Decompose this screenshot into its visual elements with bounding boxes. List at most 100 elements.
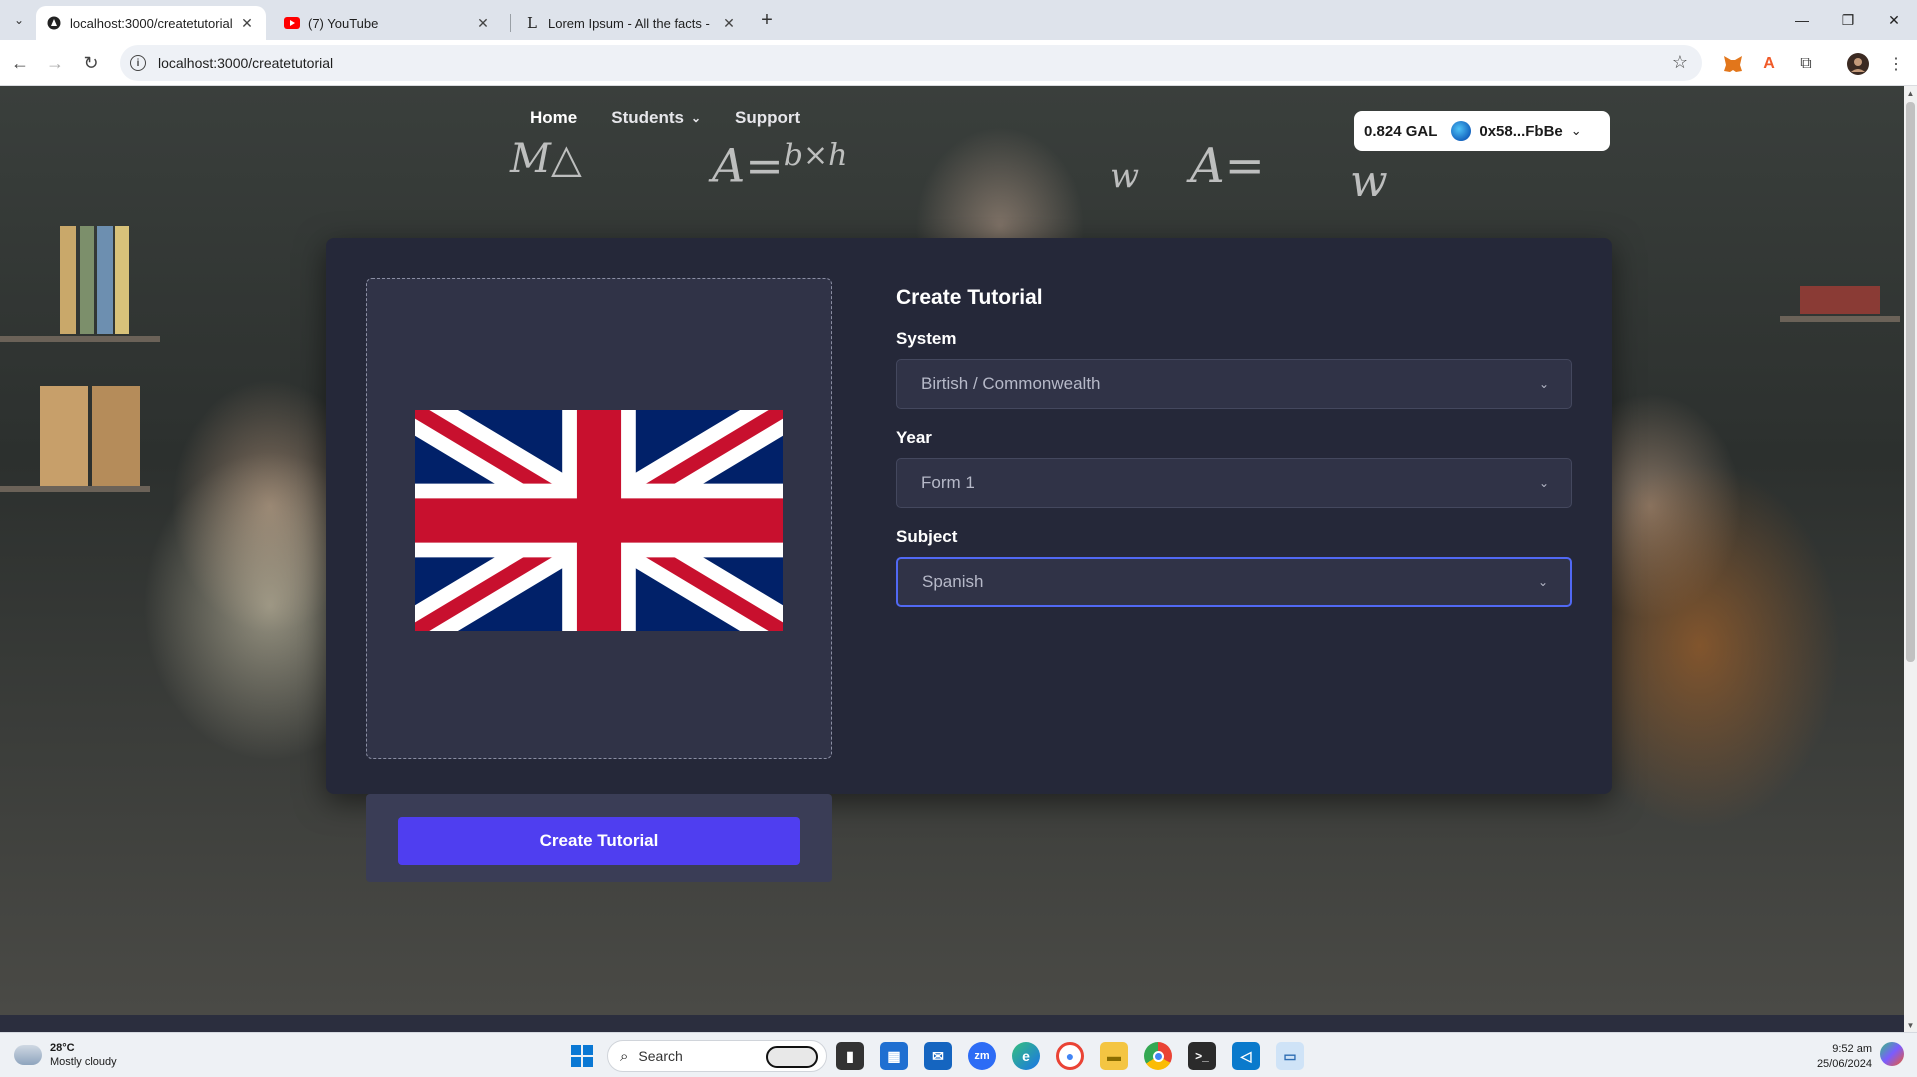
browser-menu-icon[interactable]: ⋮ <box>1885 53 1907 75</box>
tab-search-icon[interactable]: ⌄ <box>8 9 30 31</box>
taskbar-search-placeholder: Search <box>638 1048 683 1064</box>
taskbar-search[interactable]: ⌕ Search <box>607 1040 827 1072</box>
system-select-value: Birtish / Commonwealth <box>921 374 1101 393</box>
nav-students-label: Students <box>611 108 684 127</box>
file-explorer-icon[interactable]: ▬ <box>1100 1042 1128 1070</box>
mail-icon[interactable]: ✉ <box>924 1042 952 1070</box>
page-footer-strip <box>0 1015 1904 1032</box>
remote-desktop-icon[interactable]: ▭ <box>1276 1042 1304 1070</box>
tab-title: (7) YouTube <box>308 15 379 31</box>
browser-toolbar: ← → ↻ i localhost:3000/createtutorial ☆ … <box>0 40 1917 86</box>
network-globe-icon <box>1451 121 1472 141</box>
task-view-icon[interactable]: ▮ <box>836 1042 864 1070</box>
bookmark-star-icon[interactable]: ☆ <box>1672 52 1688 73</box>
zoom-icon[interactable]: zm <box>968 1042 996 1070</box>
book <box>97 226 113 334</box>
box-file <box>92 386 140 486</box>
submit-area: Create Tutorial <box>366 794 832 882</box>
year-select-value: Form 1 <box>921 473 975 492</box>
scroll-up-icon[interactable]: ▲ <box>1904 86 1917 100</box>
close-icon[interactable]: ✕ <box>720 14 738 32</box>
chalk-drawing: A=b×h <box>712 138 848 193</box>
clock-time: 9:52 am <box>1832 1043 1872 1055</box>
subject-select-value: Spanish <box>922 572 984 591</box>
tab-createtutorial[interactable]: localhost:3000/createtutorial ✕ <box>36 6 266 40</box>
minimize-icon[interactable]: — <box>1782 6 1822 34</box>
nav-support-link[interactable]: Support <box>735 108 800 128</box>
shelf <box>0 336 160 342</box>
copilot-icon[interactable] <box>1880 1042 1904 1066</box>
main-nav: Home Students ⌄ Support <box>530 108 834 128</box>
site-info-icon[interactable]: i <box>130 55 146 71</box>
restore-icon[interactable]: ❐ <box>1828 6 1868 34</box>
search-icon: ⌕ <box>620 1047 629 1065</box>
image-dropzone[interactable] <box>366 278 832 759</box>
globe-icon <box>46 15 62 31</box>
tab-separator <box>510 14 511 32</box>
scroll-down-icon[interactable]: ▼ <box>1904 1018 1917 1032</box>
year-label: Year <box>896 428 932 447</box>
chrome-alt-icon[interactable]: ● <box>1056 1042 1084 1070</box>
page-background: M△ A=b×h w A= w Home Students ⌄ Support … <box>0 86 1904 1015</box>
store-icon[interactable]: ▦ <box>880 1042 908 1070</box>
nav-students-dropdown[interactable]: Students ⌄ <box>611 108 701 128</box>
windows-start-icon[interactable] <box>568 1042 596 1070</box>
vertical-scrollbar[interactable]: ▲ ▼ <box>1904 86 1917 1032</box>
forward-icon[interactable]: → <box>41 49 69 77</box>
close-icon[interactable]: ✕ <box>474 14 492 32</box>
extensions-puzzle-icon[interactable]: ⧉ <box>1795 53 1817 75</box>
search-highlight-badge <box>766 1046 818 1068</box>
cloud-sun-icon <box>14 1041 42 1065</box>
book <box>60 226 76 334</box>
url-text[interactable]: localhost:3000/createtutorial <box>158 55 333 71</box>
tab-youtube[interactable]: (7) YouTube ✕ <box>274 6 502 40</box>
lipsum-icon: L <box>527 14 537 32</box>
address-bar[interactable]: i localhost:3000/createtutorial ☆ <box>120 45 1702 81</box>
chevron-down-icon: ⌄ <box>1537 575 1548 589</box>
clock-date: 25/06/2024 <box>1816 1058 1872 1070</box>
chalk-drawing: M△ <box>510 136 582 182</box>
chrome-icon[interactable] <box>1144 1042 1172 1070</box>
book <box>1800 286 1880 314</box>
tab-lorem-ipsum[interactable]: L Lorem Ipsum - All the facts - Li ✕ <box>514 6 748 40</box>
union-jack-flag-image <box>415 410 783 631</box>
profile-avatar[interactable] <box>1847 53 1869 75</box>
tutorial-form: Create Tutorial System Birtish / Commonw… <box>896 286 1572 607</box>
close-window-icon[interactable]: ✕ <box>1874 6 1914 34</box>
shelf <box>1780 316 1900 322</box>
weather-temperature: 28°C <box>50 1042 75 1054</box>
system-select[interactable]: Birtish / Commonwealth ⌄ <box>896 359 1572 409</box>
chalk-drawing: w <box>1350 156 1388 207</box>
form-title: Create Tutorial <box>896 286 1043 309</box>
wallet-button[interactable]: 0.824 GAL 0x58...FbBe ⌄ <box>1354 111 1610 151</box>
wallet-balance: 0.824 GAL <box>1364 122 1438 140</box>
chalk-drawing: A= <box>1190 138 1265 194</box>
system-label: System <box>896 329 957 348</box>
youtube-icon <box>284 15 300 31</box>
new-tab-icon[interactable]: + <box>755 8 779 32</box>
book <box>115 226 129 334</box>
chevron-down-icon: ⌄ <box>690 111 702 125</box>
close-icon[interactable]: ✕ <box>238 14 256 32</box>
shelf <box>0 486 150 492</box>
weather-widget[interactable]: 28°C Mostly cloudy <box>14 1041 117 1069</box>
back-icon[interactable]: ← <box>6 49 34 77</box>
edge-icon[interactable]: e <box>1012 1042 1040 1070</box>
chevron-down-icon: ⌄ <box>1538 377 1549 391</box>
system-clock[interactable]: 9:52 am 25/06/2024 <box>1808 1042 1872 1072</box>
brave-extension-icon[interactable]: A <box>1758 53 1780 75</box>
reload-icon[interactable]: ↻ <box>77 49 105 77</box>
browser-tab-strip: ⌄ localhost:3000/createtutorial ✕ (7) Yo… <box>0 0 1917 40</box>
chevron-down-icon: ⌄ <box>1570 123 1582 138</box>
scrollbar-thumb[interactable] <box>1906 102 1915 662</box>
tab-title: Lorem Ipsum - All the facts - Li <box>548 15 714 31</box>
create-tutorial-button[interactable]: Create Tutorial <box>398 817 800 865</box>
box-file <box>40 386 88 486</box>
nav-home-link[interactable]: Home <box>530 108 577 128</box>
metamask-icon[interactable] <box>1722 53 1744 75</box>
wallet-address: 0x58...FbBe <box>1479 122 1563 140</box>
subject-select[interactable]: Spanish ⌄ <box>896 557 1572 607</box>
year-select[interactable]: Form 1 ⌄ <box>896 458 1572 508</box>
vscode-icon[interactable]: ◁ <box>1232 1042 1260 1070</box>
terminal-icon[interactable]: >_ <box>1188 1042 1216 1070</box>
